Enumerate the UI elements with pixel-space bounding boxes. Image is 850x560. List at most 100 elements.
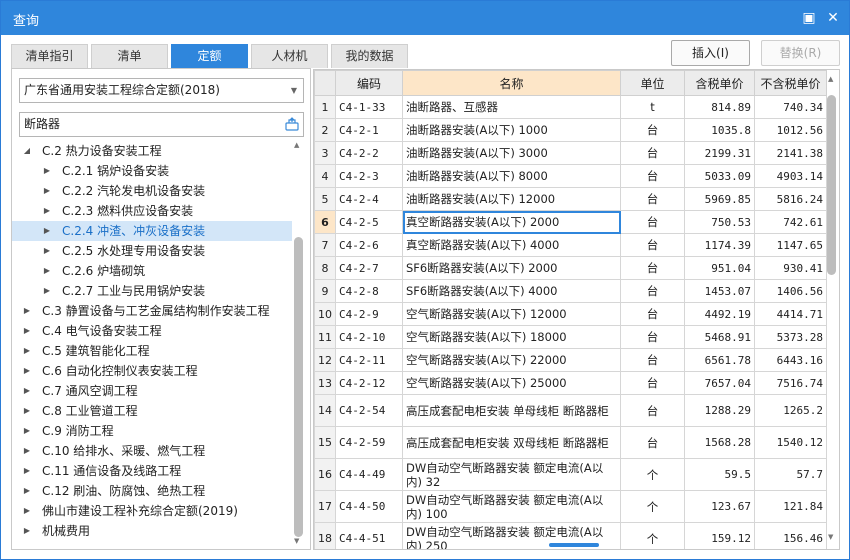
table-row[interactable]: 7 C4-2-6 真空断路器安装(A以下) 4000 台 1174.39 1147.65 [314, 233, 827, 257]
row-index[interactable]: 7 [314, 233, 336, 257]
cell-notax-price[interactable]: 57.7 [754, 458, 827, 491]
row-index[interactable]: 15 [314, 426, 336, 459]
cell-name[interactable]: 油断路器安装(A以下) 8000 [402, 164, 621, 188]
row-index[interactable]: 12 [314, 348, 336, 372]
cell-tax-price[interactable]: 1174.39 [684, 233, 755, 257]
restore-icon[interactable]: ▣ [798, 7, 820, 29]
expand-icon[interactable]: ▶ [22, 441, 32, 461]
cell-tax-price[interactable]: 59.5 [684, 458, 755, 491]
expand-icon[interactable]: ▶ [42, 221, 52, 241]
cell-unit[interactable]: t [620, 95, 685, 119]
tab-labor-material-machine[interactable]: 人材机 [251, 44, 328, 68]
grid-scrollbar-thumb[interactable] [827, 95, 836, 275]
cell-code[interactable]: C4-2-7 [335, 256, 403, 280]
cell-unit[interactable]: 台 [620, 302, 685, 326]
row-index[interactable]: 5 [314, 187, 336, 211]
expand-icon[interactable]: ▶ [42, 241, 52, 261]
expand-icon[interactable]: ▶ [22, 521, 32, 541]
cell-notax-price[interactable]: 1265.2 [754, 394, 827, 427]
cell-code[interactable]: C4-2-4 [335, 187, 403, 211]
row-index[interactable]: 3 [314, 141, 336, 165]
tree-item[interactable]: ▶ C.12 刷油、防腐蚀、绝热工程 [12, 481, 292, 501]
cell-code[interactable]: C4-4-49 [335, 458, 403, 491]
expand-icon[interactable]: ▶ [22, 421, 32, 441]
grid-scrollbar[interactable]: ▲ ▼ [826, 75, 838, 541]
cell-notax-price[interactable]: 156.46 [754, 522, 827, 549]
cell-tax-price[interactable]: 5468.91 [684, 325, 755, 349]
cell-name[interactable]: 空气断路器安装(A以下) 12000 [402, 302, 621, 326]
row-index[interactable]: 1 [314, 95, 336, 119]
tree-item[interactable]: ▶ C.9 消防工程 [12, 421, 292, 441]
cell-notax-price[interactable]: 1540.12 [754, 426, 827, 459]
cell-notax-price[interactable]: 4414.71 [754, 302, 827, 326]
tree-item[interactable]: ◢ C.2 热力设备安装工程 [12, 141, 292, 161]
row-index[interactable]: 10 [314, 302, 336, 326]
table-row[interactable]: 15 C4-2-59 高压成套配电柜安装 双母线柜 断路器柜台 1568.28 1540… [314, 426, 827, 459]
table-row[interactable]: 11 C4-2-10 空气断路器安装(A以下) 18000 台 5468.91 5373.… [314, 325, 827, 349]
cell-code[interactable]: C4-2-10 [335, 325, 403, 349]
cell-notax-price[interactable]: 7516.74 [754, 371, 827, 395]
expand-icon[interactable]: ▶ [22, 401, 32, 421]
tree-item[interactable]: ▶ C.6 自动化控制仪表安装工程 [12, 361, 292, 381]
grid-horizontal-scroll-indicator[interactable] [549, 543, 599, 547]
tab-quota[interactable]: 定额 [171, 44, 248, 68]
table-row[interactable]: 14 C4-2-54 高压成套配电柜安装 单母线柜 断路器柜台 1288.29 1265… [314, 394, 827, 427]
expand-icon[interactable]: ▶ [42, 261, 52, 281]
cell-tax-price[interactable]: 5969.85 [684, 187, 755, 211]
cell-code[interactable]: C4-4-51 [335, 522, 403, 549]
tree-scrollbar[interactable]: ▲ ▼ [293, 141, 305, 545]
cell-code[interactable]: C4-2-12 [335, 371, 403, 395]
cell-unit[interactable]: 台 [620, 371, 685, 395]
tree-item[interactable]: ▶ C.3 静置设备与工艺金属结构制作安装工程 [12, 301, 292, 321]
tab-my-data[interactable]: 我的数据 [331, 44, 408, 68]
row-index[interactable]: 8 [314, 256, 336, 280]
row-index[interactable]: 9 [314, 279, 336, 303]
cell-name[interactable]: 真空断路器安装(A以下) 2000 [402, 210, 621, 234]
table-row[interactable]: 17 C4-4-50 DW自动空气断路器安装 额定电流(A以内) 100 个 123.6… [314, 490, 827, 523]
row-index[interactable]: 11 [314, 325, 336, 349]
table-row[interactable]: 1 C4-1-33 油断路器、互感器 t 814.89 740.34 [314, 95, 827, 119]
expand-icon[interactable]: ▶ [22, 481, 32, 501]
cell-tax-price[interactable]: 4492.19 [684, 302, 755, 326]
cell-notax-price[interactable]: 1147.65 [754, 233, 827, 257]
cell-code[interactable]: C4-2-11 [335, 348, 403, 372]
column-header-notax-price[interactable]: 不含税单价 [754, 70, 827, 96]
tab-bill-guide[interactable]: 清单指引 [11, 44, 88, 68]
cell-tax-price[interactable]: 1453.07 [684, 279, 755, 303]
cell-name[interactable]: 空气断路器安装(A以下) 25000 [402, 371, 621, 395]
table-row[interactable]: 5 C4-2-4 油断路器安装(A以下) 12000 台 5969.85 5816.24 [314, 187, 827, 211]
cell-code[interactable]: C4-4-50 [335, 490, 403, 523]
tree-item[interactable]: ▶ C.2.3 燃料供应设备安装 [12, 201, 292, 221]
scroll-up-icon[interactable]: ▲ [828, 75, 833, 83]
tab-bill[interactable]: 清单 [91, 44, 168, 68]
cell-unit[interactable]: 台 [620, 118, 685, 142]
scroll-down-icon[interactable]: ▼ [828, 533, 833, 541]
chevron-down-icon[interactable]: ▼ [291, 79, 297, 102]
cell-name[interactable]: 空气断路器安装(A以下) 18000 [402, 325, 621, 349]
cell-code[interactable]: C4-2-6 [335, 233, 403, 257]
cell-notax-price[interactable]: 121.84 [754, 490, 827, 523]
expand-icon[interactable]: ▶ [22, 461, 32, 481]
cell-name[interactable]: 油断路器安装(A以下) 1000 [402, 118, 621, 142]
cell-code[interactable]: C4-2-9 [335, 302, 403, 326]
cell-code[interactable]: C4-2-2 [335, 141, 403, 165]
row-index[interactable]: 6 [314, 210, 336, 234]
scroll-up-icon[interactable]: ▲ [294, 141, 299, 149]
expand-icon[interactable]: ▶ [22, 381, 32, 401]
title-bar[interactable]: 查询 ▣ ✕ [1, 1, 849, 35]
tree-item[interactable]: ▶ C.4 电气设备安装工程 [12, 321, 292, 341]
column-header-tax-price[interactable]: 含税单价 [684, 70, 755, 96]
table-row[interactable]: 2 C4-2-1 油断路器安装(A以下) 1000 台 1035.8 1012.56 [314, 118, 827, 142]
row-index[interactable]: 18 [314, 522, 336, 549]
table-row[interactable]: 9 C4-2-8 SF6断路器安装(A以下) 4000 台 1453.07 1406.56 [314, 279, 827, 303]
tree-item[interactable]: ▶ C.7 通风空调工程 [12, 381, 292, 401]
cell-notax-price[interactable]: 740.34 [754, 95, 827, 119]
table-row[interactable]: 10 C4-2-9 空气断路器安装(A以下) 12000 台 4492.19 4414.7… [314, 302, 827, 326]
cell-code[interactable]: C4-2-54 [335, 394, 403, 427]
cell-tax-price[interactable]: 5033.09 [684, 164, 755, 188]
row-index[interactable]: 14 [314, 394, 336, 427]
cell-unit[interactable]: 个 [620, 490, 685, 523]
cell-code[interactable]: C4-2-59 [335, 426, 403, 459]
tree-item[interactable]: ▶ C.2.7 工业与民用锅炉安装 [12, 281, 292, 301]
table-row[interactable]: 13 C4-2-12 空气断路器安装(A以下) 25000 台 7657.04 7516.… [314, 371, 827, 395]
